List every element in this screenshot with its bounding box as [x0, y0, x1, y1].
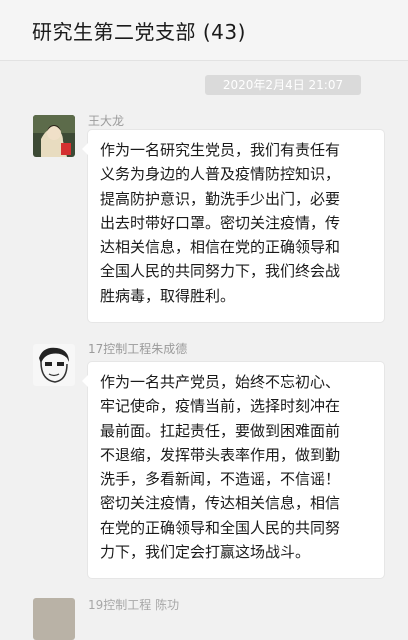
chat-header: 研究生第二党支部 (43)	[0, 0, 408, 61]
sender-name: 王大龙	[88, 114, 125, 128]
message-text: 作为一名研究生党员，我们有责任有 义务为身边的人普及疫情防控知识， 提高防护意识…	[100, 141, 341, 305]
sender-avatar[interactable]	[33, 598, 75, 640]
chat-title[interactable]: 研究生第二党支部 (43)	[32, 16, 246, 45]
cartoon-face-avatar-icon	[33, 344, 75, 386]
sender-avatar[interactable]	[33, 344, 75, 386]
message-bubble[interactable]: 作为一名共产党员，始终不忘初心、 牢记使命，疫情当前，选择时刻冲在 最前面。扛起…	[82, 362, 384, 578]
photo-avatar-icon	[33, 115, 75, 157]
message-timestamp: 2020年2月4日 21:07	[205, 75, 361, 95]
message-text: 作为一名共产党员，始终不忘初心、 牢记使命，疫情当前，选择时刻冲在 最前面。扛起…	[100, 373, 341, 562]
sender-name: 17控制工程朱成德	[88, 342, 188, 356]
message-bubble[interactable]: 作为一名研究生党员，我们有责任有 义务为身边的人普及疫情防控知识， 提高防护意识…	[82, 130, 384, 322]
sender-name: 19控制工程 陈功	[88, 598, 180, 612]
sender-avatar[interactable]	[33, 115, 75, 157]
